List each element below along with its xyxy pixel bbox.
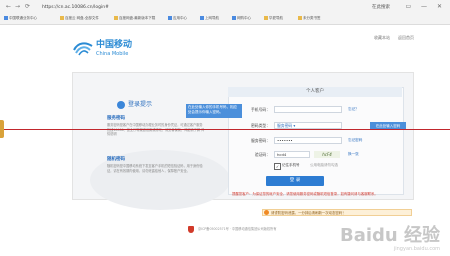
back-icon[interactable]: ← [6,2,11,12]
forgot-password-link[interactable]: 忘记密码 [348,137,362,144]
baidu-watermark: Baidu 经验 jingyan.baidu.com [339,225,440,253]
search-tab[interactable]: 在此搜索 [372,3,390,13]
bookmark-icon [168,15,172,20]
password-input[interactable]: ••••••• [274,137,342,144]
logo-text-en: China Mobile [96,51,129,57]
random-password-title: 随机密码 [107,157,125,162]
bookmark-site-link[interactable]: 收藏本站 [374,35,390,41]
bookmark-item[interactable]: 中国联通业务中心 [4,14,37,22]
home-link[interactable]: 返回首页 [398,35,414,41]
folder-icon [60,15,64,20]
random-password-text: 随机密码是中国移动系统下发至客户手机的短信验证码，用于身份验证，请在有效期内使用… [107,164,203,173]
bookmark-item[interactable]: 百度网盘-最新版本下载 [114,14,155,22]
watermark-url: jingyan.baidu.com [393,246,440,252]
phone-label: 手机号码： [251,107,270,112]
password-label: 服务密码： [251,138,270,143]
remember-label: 记住手机号 [282,163,300,167]
service-password-title: 服务密码 [107,116,125,121]
phone-hint-callout: 在此处输入你的手机号码，相应处会提示你输入密码。 [186,104,242,118]
security-reminder: 提醒您客户：为保证您的帐户安全，请您使用服务密码或随机短信登录，如有疑问请与客服… [232,192,378,196]
warning-bar: 请谨防密码泄露，一分钟后请刷新一次动态密码！ [262,209,412,216]
captcha-input[interactable]: hcd4 [274,151,310,158]
window-controls[interactable]: ▭ — ✕ [405,2,446,12]
folder-icon [298,15,302,20]
refresh-captcha-link[interactable]: 换一张 [348,151,359,158]
red-guide-line [0,129,450,130]
warning-icon [264,210,269,215]
phone-help-link[interactable]: 忘记？ [348,106,359,113]
watermark-logo-text: Baidu 经验 [339,225,440,246]
info-icon [117,101,125,109]
china-mobile-logo-icon [73,42,93,56]
bookmark-item[interactable]: 上网导航 [200,14,219,22]
address-bar[interactable]: https://cn.ac.10086.cn/login# [42,3,332,13]
bookmark-item[interactable]: 网购中心 [232,14,251,22]
bookmark-icon [200,15,204,20]
bookmark-item[interactable]: 未分类书签 [298,14,321,22]
footer-text: 京ICP备05002571号 · 中国移动通信集团公司版权所有 [198,227,277,231]
remember-note: 公用电脑请勿勾选 [310,163,338,167]
forward-icon[interactable]: → [15,2,20,12]
bookmark-item[interactable]: 应用中心 [168,14,187,22]
captcha-image[interactable]: hcF4 [314,151,340,158]
bookmark-item[interactable]: 百度云 网盘-全部文件 [60,14,99,22]
login-tips-title: 登录提示 [128,101,153,108]
login-button[interactable]: 登 录 [266,176,324,186]
remember-checkbox[interactable]: ✓ [274,163,281,170]
form-tab-personal[interactable]: 个人客户 [228,87,402,97]
password-type-label: 密码类型： [251,123,270,128]
bookmark-icon [4,15,8,20]
logo-text-cn: 中国移动 [96,40,133,50]
phone-input[interactable] [274,106,342,113]
police-badge-icon [188,226,194,233]
folder-icon [264,15,268,20]
bookmark-icon [232,15,236,20]
captcha-label: 验证码： [254,152,270,157]
bookmark-item[interactable]: 华夏导航 [264,14,283,22]
side-drag-handle[interactable] [0,120,4,138]
chevron-down-icon: ▾ [293,123,296,128]
folder-icon [114,15,118,20]
refresh-icon[interactable]: ⟳ [25,2,30,12]
password-type-select[interactable]: 服务密码 ▾ [274,122,342,129]
